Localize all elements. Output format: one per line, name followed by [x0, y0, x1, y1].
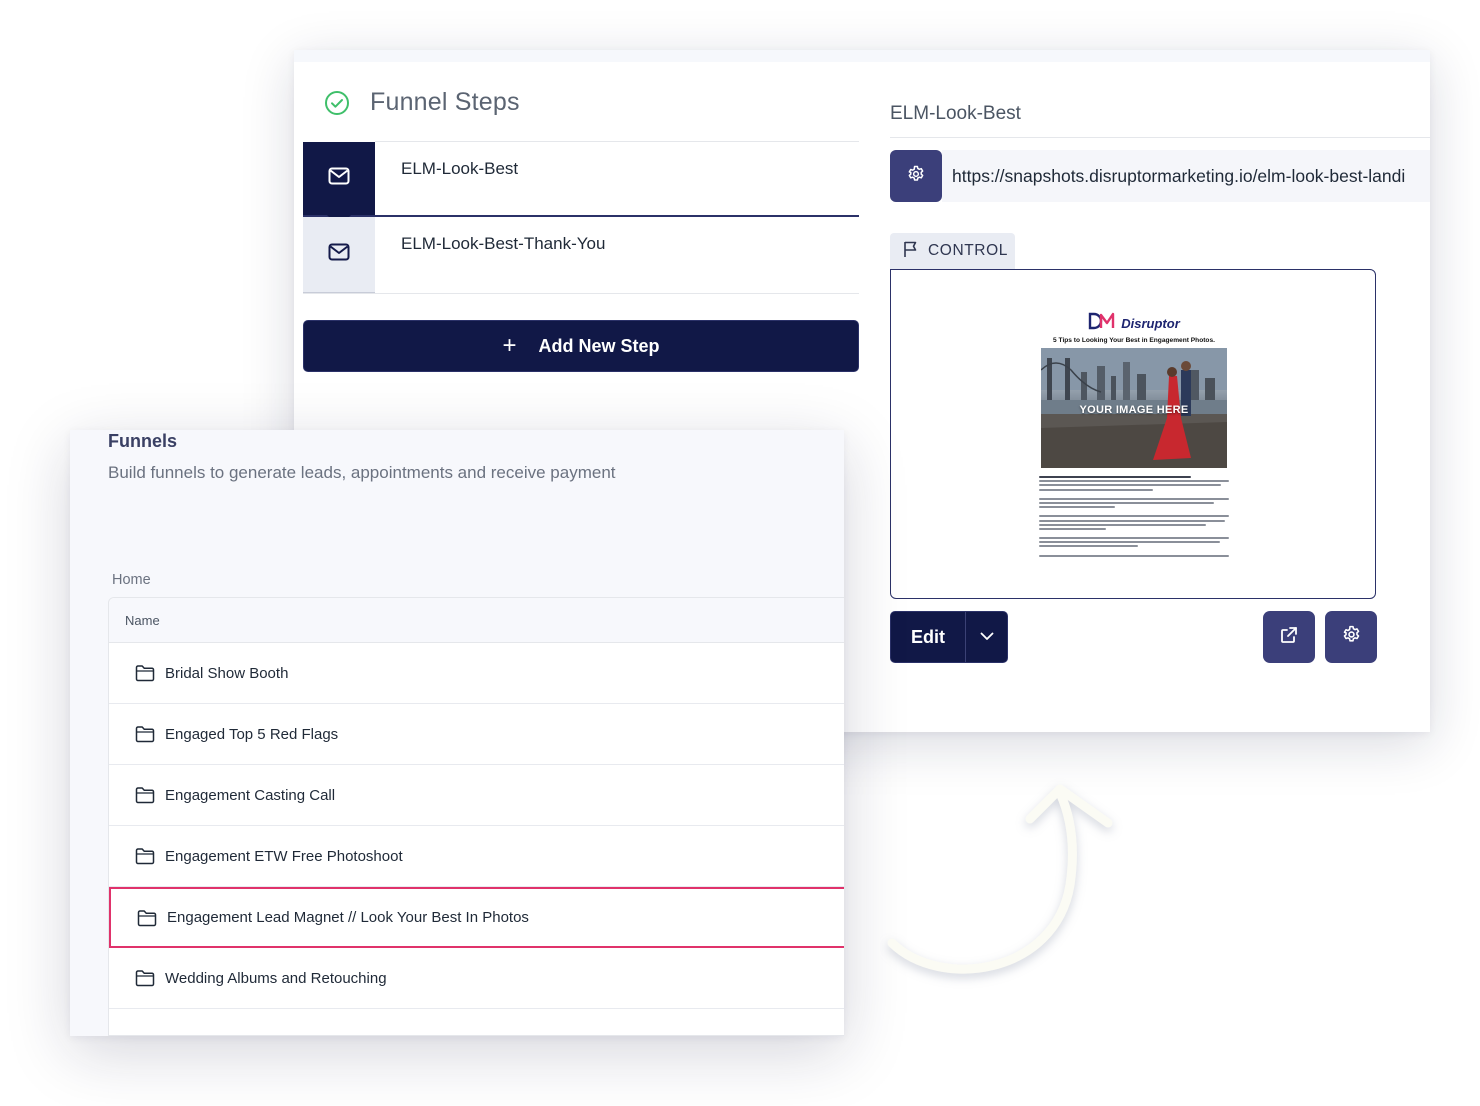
folder-icon: [135, 847, 155, 865]
table-row-selected[interactable]: Engagement Lead Magnet // Look Your Best…: [109, 887, 844, 948]
thumb-photo: YOUR IMAGE HERE: [1041, 348, 1227, 468]
folder-icon: [137, 909, 157, 927]
envelope-icon: [328, 167, 350, 190]
window-top-strip: [294, 50, 1430, 62]
step-icon-cell: [303, 217, 375, 293]
funnel-name: Engagement Casting Call: [165, 786, 336, 804]
funnels-window: Funnels Build funnels to generate leads,…: [70, 430, 844, 1036]
add-new-step-button[interactable]: + Add New Step: [303, 320, 859, 372]
funnel-name: Bridal Show Booth: [165, 664, 289, 682]
edit-dropdown-toggle[interactable]: [966, 612, 1007, 662]
table-row[interactable]: Bridal Show Booth: [109, 643, 844, 704]
folder-icon: [135, 969, 155, 987]
step-list: ELM-Look-Best ELM-Look-Best-Thank-You: [303, 141, 859, 294]
page-name-divider: [890, 137, 1430, 138]
folder-icon: [135, 786, 155, 804]
gear-icon: [1341, 624, 1362, 650]
page-url-row: https://snapshots.disruptormarketing.io/…: [890, 150, 1430, 202]
table-row[interactable]: Engaged Top 5 Red Flags: [109, 704, 844, 765]
add-new-step-label: Add New Step: [538, 335, 660, 356]
external-link-icon: [1279, 625, 1299, 650]
page-preview[interactable]: Disruptor 5 Tips to Looking Your Best in…: [890, 269, 1376, 599]
control-tab-label: CONTROL: [928, 242, 1008, 259]
chevron-down-icon: [980, 628, 994, 646]
curved-arrow-icon: [887, 784, 1113, 974]
flag-icon: [902, 240, 920, 263]
funnel-steps-header: Funnel Steps: [324, 88, 520, 117]
funnel-steps-title: Funnel Steps: [370, 88, 520, 116]
folder-icon: [135, 664, 155, 682]
step-item-elm-look-best-thank-you[interactable]: ELM-Look-Best-Thank-You: [303, 217, 859, 294]
thumb-logo-text: Disruptor: [1121, 315, 1180, 331]
plus-icon: +: [502, 332, 517, 359]
page-url-link[interactable]: https://snapshots.disruptormarketing.io/…: [942, 150, 1430, 202]
funnel-name: Wedding Albums and Retouching: [165, 969, 387, 987]
funnels-title: Funnels: [108, 431, 178, 451]
funnel-name: Engagement ETW Free Photoshoot: [165, 847, 403, 865]
url-settings-button[interactable]: [890, 150, 942, 202]
table-row[interactable]: Engagement Casting Call: [109, 765, 844, 826]
funnel-name: Engagement Lead Magnet // Look Your Best…: [167, 909, 529, 926]
step-label: ELM-Look-Best-Thank-You: [401, 234, 606, 253]
funnels-subtitle: Build funnels to generate leads, appoint…: [108, 463, 616, 482]
thumb-body-text: [1037, 476, 1231, 557]
step-page-name: ELM-Look-Best: [890, 103, 1021, 124]
envelope-icon: [328, 243, 350, 266]
gear-icon: [906, 164, 926, 189]
thumb-headline: 5 Tips to Looking Your Best in Engagemen…: [1053, 337, 1215, 344]
dm-logo-icon: [1088, 312, 1116, 335]
control-variant-tab[interactable]: CONTROL: [890, 233, 1015, 269]
table-row[interactable]: Engagement ETW Free Photoshoot: [109, 826, 844, 887]
thumb-logo: Disruptor: [1037, 312, 1231, 334]
folder-icon: [135, 725, 155, 743]
page-settings-button[interactable]: [1325, 611, 1377, 663]
check-circle-icon: [324, 90, 350, 116]
step-item-elm-look-best[interactable]: ELM-Look-Best: [303, 142, 859, 217]
table-row[interactable]: Wedding Albums and Retouching: [109, 948, 844, 1009]
step-label: ELM-Look-Best: [401, 159, 519, 178]
edit-button[interactable]: Edit: [891, 612, 965, 662]
edit-split-button[interactable]: Edit: [890, 611, 1008, 663]
funnels-table: Name Bridal Show Booth Engaged Top 5 Red…: [108, 597, 844, 1036]
open-external-button[interactable]: [1263, 611, 1315, 663]
photo-overlay-text: YOUR IMAGE HERE: [1079, 404, 1189, 416]
preview-thumbnail: Disruptor 5 Tips to Looking Your Best in…: [1037, 312, 1231, 570]
step-icon-cell: [303, 142, 375, 215]
funnel-name: Engaged Top 5 Red Flags: [165, 725, 339, 743]
breadcrumb-home[interactable]: Home: [112, 572, 151, 588]
column-header-name[interactable]: Name: [109, 598, 844, 643]
